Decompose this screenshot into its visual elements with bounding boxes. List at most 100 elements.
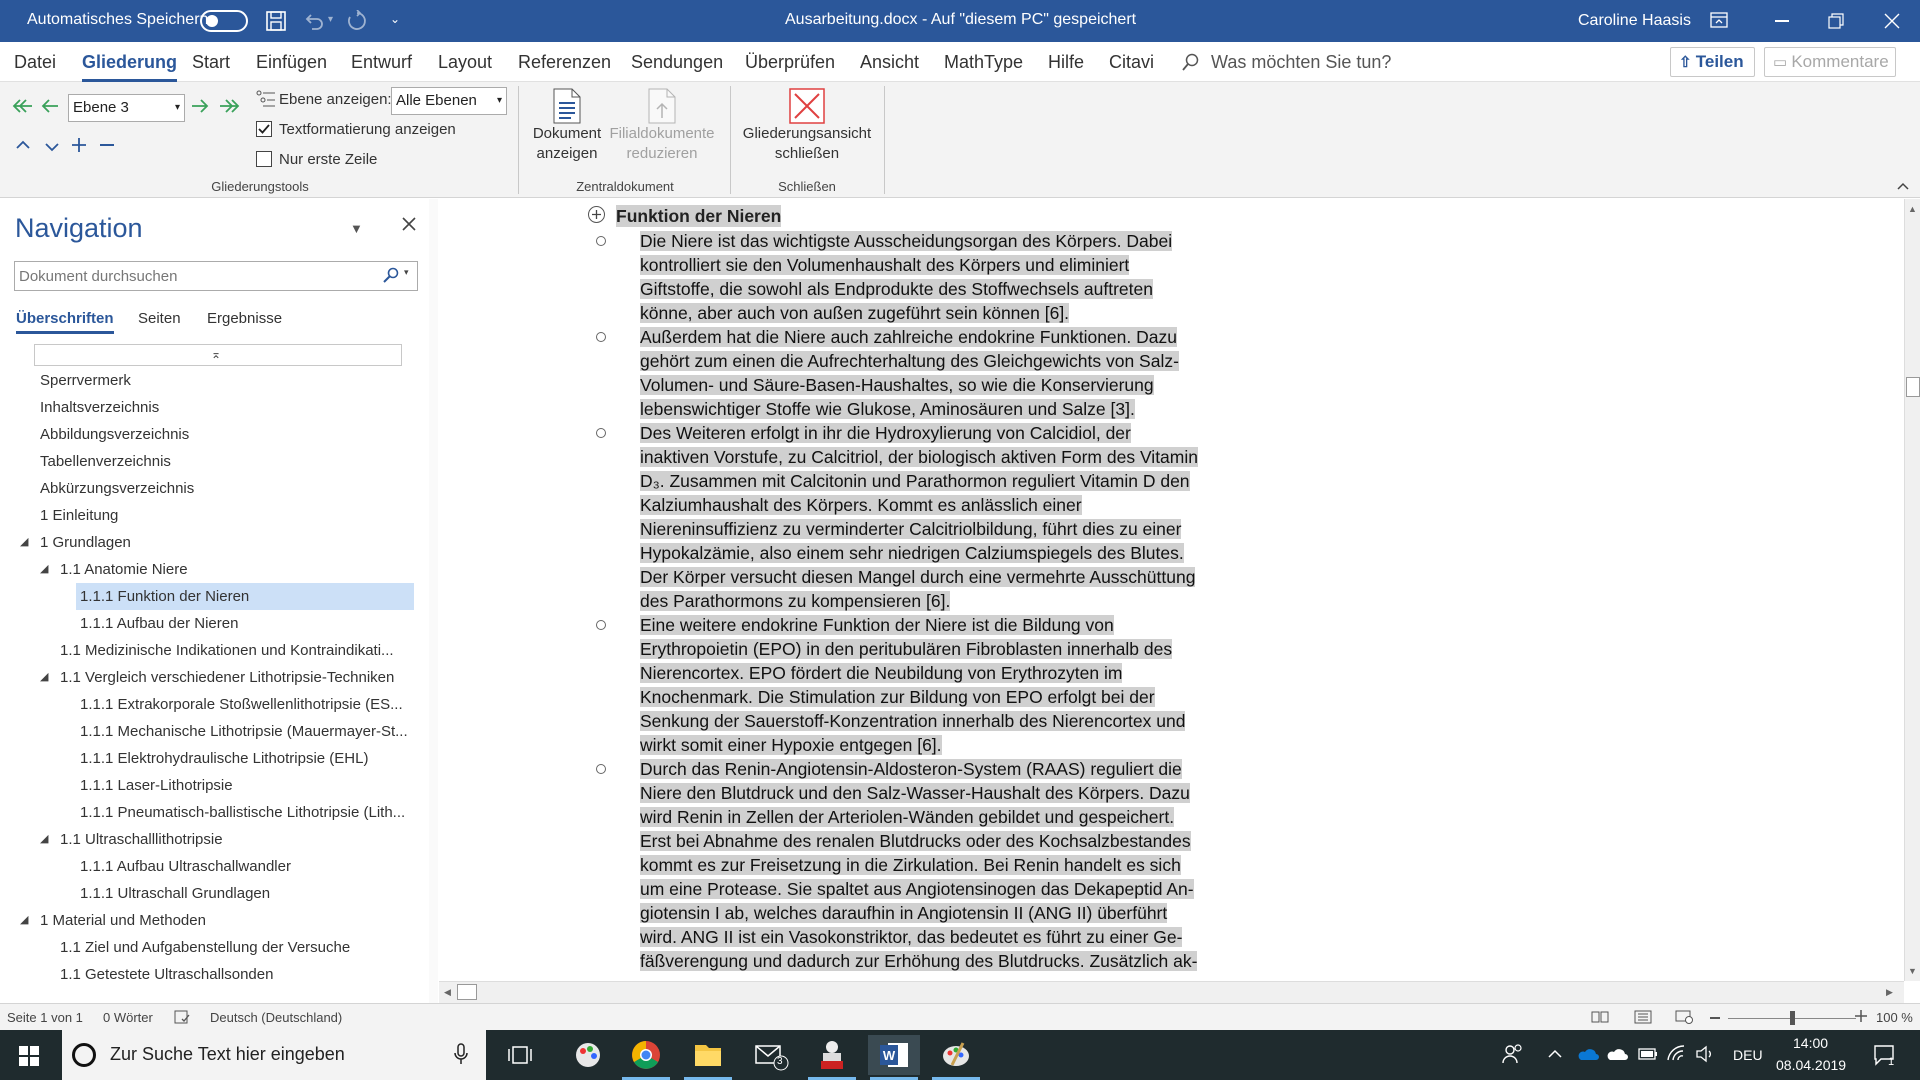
nav-heading-item[interactable]: ◢ 1.1 Anatomie Niere bbox=[14, 556, 424, 583]
body-text-line[interactable]: Nierencortex. EPO fördert die Neubildung… bbox=[640, 661, 1185, 685]
nav-heading-item[interactable]: 1.1.1 Aufbau Ultraschallwandler bbox=[14, 853, 424, 880]
language[interactable]: Deutsch (Deutschland) bbox=[210, 1010, 342, 1025]
nav-heading-item[interactable]: 1.1.1 Mechanische Lithotripsie (Mauermay… bbox=[14, 718, 424, 745]
body-text-line[interactable]: gehört zum einen die Aufrechterhaltung d… bbox=[640, 349, 1185, 373]
windows-start-icon[interactable] bbox=[19, 1046, 39, 1066]
expand-heading-icon[interactable] bbox=[588, 206, 605, 223]
tab-datei[interactable]: Datei bbox=[14, 42, 56, 82]
nav-tab-headings[interactable]: Überschriften bbox=[16, 310, 114, 334]
body-text-bullet-icon[interactable] bbox=[596, 332, 606, 342]
tab-layout[interactable]: Layout bbox=[438, 42, 492, 82]
scroll-right-icon[interactable]: ▶ bbox=[1886, 987, 1893, 998]
show-level-select[interactable]: Alle Ebenen ▾ bbox=[391, 87, 507, 115]
customize-quick-access-icon[interactable]: ⌄ bbox=[390, 12, 400, 26]
paint-app-icon[interactable] bbox=[562, 1035, 614, 1075]
show-hidden-icons-icon[interactable] bbox=[1548, 1049, 1562, 1058]
body-text-line[interactable]: Die Niere ist das wichtigste Ausscheidun… bbox=[640, 229, 1185, 253]
close-window-icon[interactable] bbox=[1884, 13, 1900, 29]
clock-time[interactable]: 14:00 bbox=[1793, 1035, 1828, 1051]
pane-options-icon[interactable]: ▼ bbox=[350, 221, 363, 236]
tab-sendungen[interactable]: Sendungen bbox=[631, 42, 723, 82]
tab-mathtype[interactable]: MathType bbox=[944, 42, 1023, 82]
search-icon[interactable] bbox=[383, 267, 399, 283]
nav-tab-results[interactable]: Ergebnisse bbox=[207, 310, 282, 327]
collapse-triangle-icon[interactable]: ◢ bbox=[20, 529, 28, 556]
body-text-line[interactable]: Erst bei Abnahme des renalen Blutdrucks … bbox=[640, 829, 1191, 853]
user-name[interactable]: Caroline Haasis bbox=[1578, 12, 1691, 30]
task-view-icon[interactable] bbox=[508, 1044, 532, 1066]
close-outline-view-button[interactable]: Gliederungsansicht schließen bbox=[740, 88, 874, 164]
nav-scrollbar[interactable] bbox=[429, 199, 438, 1003]
promote-to-heading1-icon[interactable] bbox=[12, 98, 34, 114]
scroll-up-icon[interactable]: ▲ bbox=[1908, 204, 1917, 214]
nav-heading-item[interactable]: 1.1.1 Extrakorporale Stoßwellenlithotrip… bbox=[14, 691, 424, 718]
collapse-triangle-icon[interactable]: ◢ bbox=[40, 826, 48, 853]
tab-citavi[interactable]: Citavi bbox=[1109, 42, 1154, 82]
promote-icon[interactable] bbox=[40, 98, 60, 114]
autosave-toggle[interactable] bbox=[200, 10, 248, 32]
nav-heading-item[interactable]: 1.1 Medizinische Indikationen und Kontra… bbox=[14, 637, 424, 664]
move-up-icon[interactable] bbox=[16, 140, 30, 150]
demote-to-body-text-icon[interactable] bbox=[218, 98, 240, 114]
document-area[interactable]: Funktion der Nieren Die Niere ist das wi… bbox=[439, 199, 1904, 981]
file-explorer-icon[interactable] bbox=[682, 1035, 734, 1080]
people-icon[interactable] bbox=[1502, 1043, 1524, 1065]
volume-icon[interactable] bbox=[1695, 1045, 1715, 1063]
nav-heading-item[interactable]: ◢ 1.1 Vergleich verschiedener Lithotripsi… bbox=[14, 664, 424, 691]
nav-heading-item[interactable]: 1.1.1 Ultraschall Grundlagen bbox=[14, 880, 424, 907]
body-text-line[interactable]: fäßverengung und dadurch zur Erhöhung de… bbox=[640, 949, 1198, 973]
pdf-app-icon[interactable] bbox=[806, 1035, 858, 1080]
zoom-level[interactable]: 100 % bbox=[1876, 1010, 1913, 1025]
nav-heading-item[interactable]: ◢ 1 Grundlagen bbox=[14, 529, 424, 556]
nav-heading-item[interactable]: 1.1.1 Elektrohydraulische Lithotripsie (… bbox=[14, 745, 424, 772]
page-count[interactable]: Seite 1 von 1 bbox=[7, 1010, 83, 1025]
body-text-line[interactable]: Erythropoietin (EPO) in den peritubuläre… bbox=[640, 637, 1185, 661]
demote-icon[interactable] bbox=[190, 98, 210, 114]
word-count[interactable]: 0 Wörter bbox=[103, 1010, 153, 1025]
show-document-button[interactable]: Dokument anzeigen bbox=[528, 88, 606, 164]
body-text-line[interactable]: Niereninsuffizienz zu verminderter Calci… bbox=[640, 517, 1185, 541]
zoom-slider-thumb[interactable] bbox=[1790, 1011, 1795, 1025]
save-icon[interactable] bbox=[265, 10, 287, 32]
first-line-only-checkbox[interactable] bbox=[256, 151, 272, 167]
tab-entwurf[interactable]: Entwurf bbox=[351, 42, 412, 82]
comments-button[interactable]: ▭ Kommentare bbox=[1764, 47, 1896, 77]
body-text-line[interactable]: Knochenmark. Die Stimulation zur Bildung… bbox=[640, 685, 1185, 709]
show-text-formatting-checkbox[interactable] bbox=[256, 121, 272, 137]
paint3d-app-icon[interactable] bbox=[930, 1035, 982, 1080]
undo-dropdown-icon[interactable]: ▾ bbox=[328, 14, 333, 25]
tab-start[interactable]: Start bbox=[192, 42, 230, 82]
minimize-icon[interactable] bbox=[1775, 20, 1789, 22]
nav-heading-item[interactable]: Inhaltsverzeichnis bbox=[14, 394, 424, 421]
outline-heading[interactable]: Funktion der Nieren bbox=[616, 205, 782, 227]
body-text-line[interactable]: Der Körper versucht diesen Mangel durch … bbox=[640, 565, 1196, 589]
tab-referenzen[interactable]: Referenzen bbox=[518, 42, 611, 82]
body-text-bullet-icon[interactable] bbox=[596, 764, 606, 774]
nav-heading-item[interactable]: Abkürzungsverzeichnis bbox=[14, 475, 424, 502]
body-text-line[interactable]: Außerdem hat die Niere auch zahlreiche e… bbox=[640, 325, 1185, 349]
ribbon-display-options-icon[interactable] bbox=[1710, 12, 1728, 28]
proofing-icon[interactable] bbox=[174, 1010, 190, 1024]
nav-heading-item[interactable]: 1.1 Getestete Ultraschallsonden bbox=[14, 961, 424, 988]
collapse-triangle-icon[interactable]: ◢ bbox=[40, 556, 48, 583]
collapse-triangle-icon[interactable]: ◢ bbox=[20, 907, 28, 934]
body-text-line[interactable]: Niere den Blutdruck und den Salz-Wasser-… bbox=[640, 781, 1190, 805]
nav-heading-item[interactable]: 1.1 Ziel und Aufgabenstellung der Versuc… bbox=[14, 934, 424, 961]
mail-app-icon[interactable]: 3 bbox=[743, 1035, 795, 1075]
nav-heading-item[interactable]: 1.1.1 Aufbau der Nieren bbox=[14, 610, 424, 637]
body-text-line[interactable]: D₃. Zusammen mit Calcitonin und Parathor… bbox=[640, 469, 1190, 493]
collapse-minus-icon[interactable] bbox=[100, 144, 114, 146]
collapse-subdocuments-button[interactable]: Filialdokumente reduzieren bbox=[608, 88, 716, 164]
body-text-line[interactable]: Volumen- und Säure-Basen-Haushaltes, so … bbox=[640, 373, 1185, 397]
body-text-bullet-icon[interactable] bbox=[596, 620, 606, 630]
body-text-line[interactable]: kontrolliert sie den Volumenhaushalt des… bbox=[640, 253, 1185, 277]
scroll-to-top-bar[interactable]: ⌅ bbox=[34, 344, 402, 366]
nav-heading-item[interactable]: ◢ 1.1 Ultraschalllithotripsie bbox=[14, 826, 424, 853]
body-text-line[interactable]: wirkt somit einer Hypoxie entgegen [6]. bbox=[640, 733, 1185, 757]
zoom-in-icon[interactable] bbox=[1855, 1010, 1867, 1022]
onedrive-icon[interactable] bbox=[1606, 1047, 1628, 1061]
body-text-bullet-icon[interactable] bbox=[596, 236, 606, 246]
nav-tab-pages[interactable]: Seiten bbox=[138, 310, 181, 327]
body-text-line[interactable]: giotensin I ab, welches daraufhin in Ang… bbox=[640, 901, 1185, 925]
nav-heading-item[interactable]: 1 Einleitung bbox=[14, 502, 424, 529]
